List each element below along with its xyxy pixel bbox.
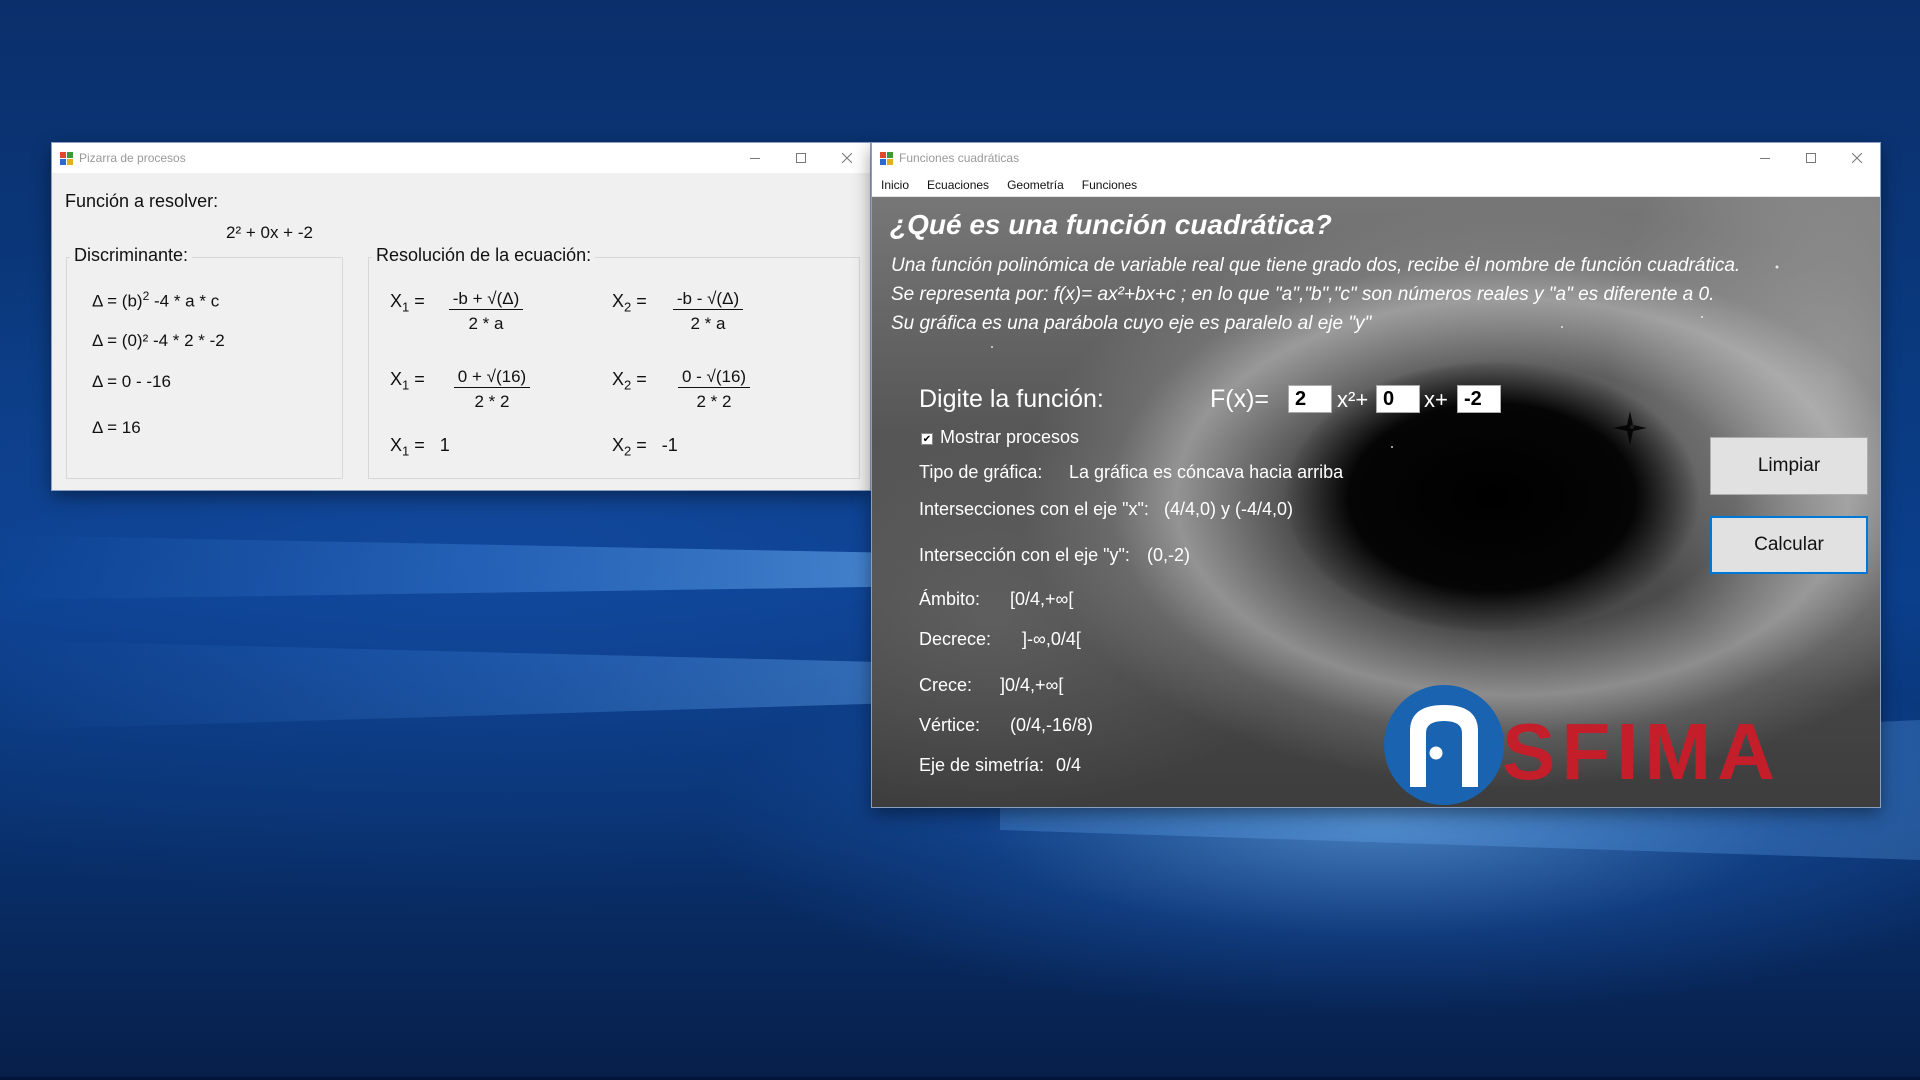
app-icon <box>60 151 73 165</box>
y-intersection-label: Intersección con el eje "y": <box>919 545 1130 565</box>
show-process-label[interactable]: Mostrar procesos <box>940 427 1079 448</box>
decreasing-label: Decrece: <box>919 629 992 649</box>
vertex-value: (0/4,-16/8) <box>1010 715 1094 735</box>
fx-label: F(x)= <box>1210 385 1270 413</box>
discriminant-step: Δ = 0 - -16 <box>92 372 171 391</box>
calculate-button[interactable]: Calcular <box>1710 516 1868 574</box>
menu-inicio[interactable]: Inicio <box>872 178 918 192</box>
coefficient-c-input[interactable]: -2 <box>1457 385 1501 413</box>
menu-geometria[interactable]: Geometría <box>998 178 1073 192</box>
page-heading: ¿Qué es una función cuadrática? <box>890 209 1332 240</box>
increasing-value: ]0/4,+∞[ <box>1000 675 1064 695</box>
coefficient-a-input[interactable]: 2 <box>1288 385 1332 413</box>
x1-substituted-fraction: 0 + √(16) 2 * 2 <box>444 367 540 412</box>
x-squared-label: x²+ <box>1337 387 1369 412</box>
function-expression: 2² + 0x + -2 <box>226 223 313 242</box>
menu-bar: Inicio Ecuaciones Geometría Funciones <box>872 173 1880 197</box>
x2-result: X2 = -1 <box>612 435 678 459</box>
minimize-icon[interactable] <box>1742 143 1788 173</box>
close-icon[interactable] <box>824 143 870 173</box>
description-line-2: Se representa por: f(x)= ax²+bx+c ; en l… <box>891 284 1715 305</box>
graph-type-value: La gráfica es cóncava hacia arriba <box>1069 462 1344 482</box>
maximize-icon[interactable] <box>1788 143 1834 173</box>
x1-label-substituted: X1 = <box>390 369 425 393</box>
description-line-1: Una función polinómica de variable real … <box>891 255 1741 276</box>
menu-funciones[interactable]: Funciones <box>1073 178 1146 192</box>
x1-general-fraction: -b + √(Δ) 2 * a <box>444 289 528 334</box>
range-value: [0/4,+∞[ <box>1010 589 1074 609</box>
clear-button[interactable]: Limpiar <box>1710 437 1868 495</box>
sfima-logo: SFIMA <box>1384 685 1781 805</box>
input-label: Digite la función: <box>919 385 1104 413</box>
vertex-label: Vértice: <box>919 715 981 735</box>
decreasing-value: ]-∞,0/4[ <box>1022 629 1081 649</box>
x2-label: X2 = <box>612 291 647 315</box>
discriminant-substitution: Δ = (0)² -4 * 2 * -2 <box>92 331 225 350</box>
x1-result: X1 = 1 <box>390 435 450 459</box>
function-heading: Función a resolver: <box>65 191 219 211</box>
galaxy-background: ¿Qué es una función cuadrática? Una func… <box>872 197 1880 807</box>
symmetry-axis-label: Eje de simetría: <box>919 755 1045 775</box>
x2-label-substituted: X2 = <box>612 369 647 393</box>
x2-general-fraction: -b - √(Δ) 2 * a <box>666 289 750 334</box>
quadratic-functions-window: Funciones cuadráticas Inicio Ecuaciones … <box>872 143 1880 807</box>
close-icon[interactable] <box>1834 143 1880 173</box>
maximize-icon[interactable] <box>778 143 824 173</box>
graph-type-label: Tipo de gráfica: <box>919 462 1043 482</box>
discriminant-result: Δ = 16 <box>92 418 141 437</box>
increasing-label: Crece: <box>919 675 973 695</box>
resolution-title: Resolución de la ecuación: <box>372 245 596 266</box>
coefficient-b-input[interactable]: 0 <box>1376 385 1420 413</box>
window-title: Pizarra de procesos <box>79 151 186 165</box>
x2-substituted-fraction: 0 - √(16) 2 * 2 <box>666 367 762 412</box>
y-intersection-value: (0,-2) <box>1147 545 1191 565</box>
title-bar[interactable]: Funciones cuadráticas <box>872 143 1880 173</box>
description-line-3: Su gráfica es una parábola cuyo eje es p… <box>891 313 1372 334</box>
show-process-checkbox[interactable]: ✔ <box>921 433 933 445</box>
discriminant-title: Discriminante: <box>70 245 193 266</box>
app-icon <box>880 151 893 165</box>
window-title: Funciones cuadráticas <box>899 151 1020 165</box>
x-intersections-label: Intersecciones con el eje "x": <box>919 499 1149 519</box>
process-board-window: Pizarra de procesos Función a resolver: … <box>52 143 870 490</box>
symmetry-axis-value: 0/4 <box>1056 755 1082 775</box>
menu-ecuaciones[interactable]: Ecuaciones <box>918 178 998 192</box>
x1-label: X1 = <box>390 291 425 315</box>
discriminant-formula: Δ = (b)2 -4 * a * c <box>92 289 220 311</box>
logo-text: SFIMA <box>1502 707 1781 796</box>
title-bar[interactable]: Pizarra de procesos <box>52 143 870 173</box>
x-label: x+ <box>1424 387 1448 412</box>
range-label: Ámbito: <box>919 589 981 609</box>
x-intersections-value: (4/4,0) y (-4/4,0) <box>1164 499 1294 519</box>
minimize-icon[interactable] <box>732 143 778 173</box>
